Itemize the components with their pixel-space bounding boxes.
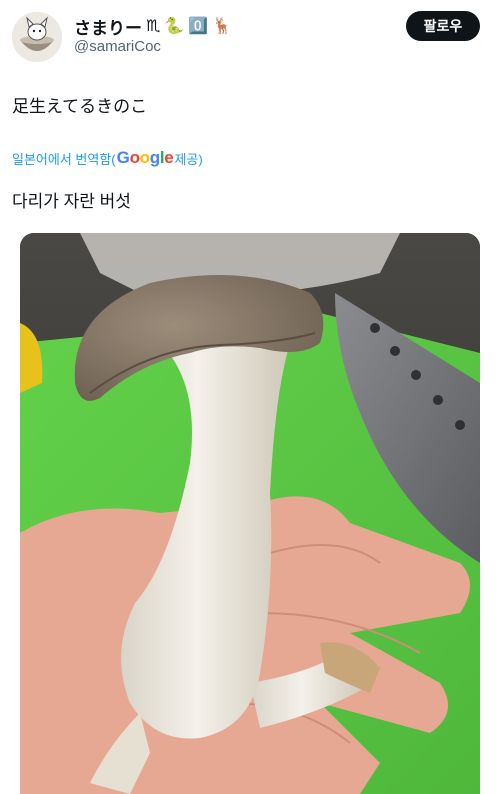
user-handle[interactable]: @samariCoc (74, 38, 161, 55)
translated-text: 다리가 자란 버섯 (12, 192, 131, 211)
mushroom-photo (20, 233, 480, 794)
deer-icon: 🦌 (212, 17, 233, 35)
snake-icon: 🐍 (164, 17, 185, 35)
google-logo: Google (116, 148, 174, 167)
user-avatar[interactable] (12, 12, 62, 62)
tweet-photo[interactable] (20, 233, 480, 794)
keycap-zero-icon: 0️⃣ (188, 17, 209, 35)
scorpio-icon: ♏ (146, 17, 161, 35)
display-name[interactable]: さまりー (74, 14, 142, 39)
follow-button[interactable]: 팔로우 (406, 11, 480, 41)
translation-suffix: 제공) (174, 151, 203, 167)
translation-attribution[interactable]: 일본어에서 번역함( Google 제공) (12, 148, 203, 168)
author-name-row[interactable]: さまりー ♏ 🐍 0️⃣ 🦌 (74, 14, 232, 39)
translation-prefix: 일본어에서 번역함( (12, 151, 116, 167)
cat-in-bowl-avatar-icon (12, 12, 62, 62)
tweet-text: 足生えてるきのこ (12, 97, 148, 116)
